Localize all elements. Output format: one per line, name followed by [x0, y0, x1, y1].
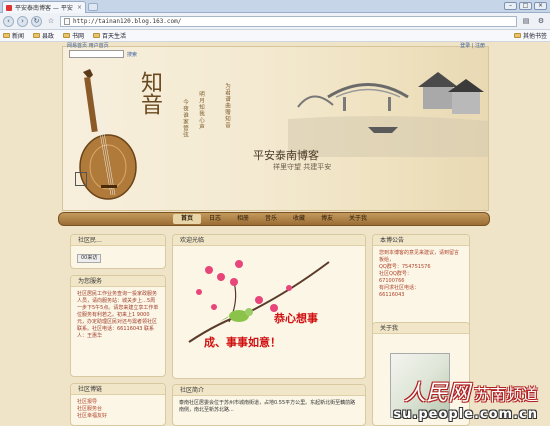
browser-toolbar: ‹ › ↻ ☆ http://tainan120.blog.163.com/ ▤…	[0, 13, 550, 30]
panel-title: 社区博链	[71, 384, 165, 395]
address-bar[interactable]: http://tainan120.blog.163.com/	[60, 15, 517, 27]
folder-icon	[33, 33, 41, 38]
artist-seal-icon	[75, 172, 87, 186]
nav-blog[interactable]: 日志	[201, 214, 229, 224]
login-links[interactable]: 登录 | 注册	[460, 42, 485, 49]
notice-line: 67100766	[379, 278, 405, 284]
watermark-channel: 苏南频道	[473, 385, 538, 404]
reload-button[interactable]: ↻	[31, 15, 42, 27]
panel-title: 欢迎光临	[173, 235, 365, 246]
welcome-panel: 欢迎光临 恭心想事 成、事事如意！	[172, 234, 366, 379]
sidebar-link[interactable]: 社区服务台	[77, 406, 159, 413]
intro-text: 泰南社区居委会位于苏州市城南街道，占地0.55平方公里。东起新北街至藕前路南侧，…	[179, 400, 356, 413]
nav-home[interactable]: 首页	[172, 214, 201, 224]
nav-music[interactable]: 音乐	[257, 214, 285, 224]
site-topbar: 网易首页 用户首页 登录 | 注册	[67, 42, 485, 49]
folder-icon	[513, 33, 521, 38]
links-panel: 社区博链 社区报导 社区服务台 社区幸福友好	[70, 383, 166, 426]
back-button[interactable]: ‹	[3, 15, 14, 27]
people-daily-watermark: 人民网 苏南频道 su.people.com.cn	[393, 375, 538, 422]
bookmark-label: 其他书签	[522, 33, 547, 40]
bookmark-folder[interactable]: 新闻	[3, 31, 24, 40]
folder-icon	[93, 33, 101, 38]
notice-line: 66116043	[379, 292, 405, 298]
greeting-card: 恭心想事 成、事事如意！	[179, 252, 359, 364]
poem-column: 为君谱曲赠知音	[224, 83, 230, 129]
profile-panel: 社区民… 00来访	[70, 234, 166, 269]
browser-tab[interactable]: 平安泰南博客 — 平安 ×	[2, 1, 86, 13]
tab-title: 平安泰南博客 — 平安	[15, 5, 73, 12]
star-icon[interactable]: ☆	[45, 16, 57, 26]
intro-panel: 社区简介 泰南社区居委会位于苏州市城南街道，占地0.55平方公里。东起新北街至藕…	[172, 384, 366, 426]
favicon-icon	[6, 4, 12, 11]
meet-button[interactable]: 00来访	[77, 254, 102, 263]
service-text: 社区居民工作业务查询一投家政服务人员，请向服务站：城关步上…5周一步下5午5点。…	[77, 291, 159, 339]
service-panel: 为您服务 社区居民工作业务查询一投家政服务人员，请向服务站：城关步上…5周一步下…	[70, 275, 166, 377]
panel-title: 社区简介	[173, 385, 365, 396]
blog-nav: 首页 日志 相册 音乐 收藏 博友 关于我	[58, 212, 490, 226]
greeting-line: 成、事事如意！	[204, 336, 281, 349]
bookmark-label: 新闻	[12, 33, 25, 40]
nav-favorites[interactable]: 收藏	[285, 214, 313, 224]
panel-title: 本博公告	[373, 235, 469, 246]
greeting-line: 恭心想事	[274, 312, 318, 325]
poem-column: 今夜谁家管弦	[182, 99, 188, 138]
banner-calligraphy: 知音	[137, 71, 162, 115]
panel-title: 为您服务	[71, 276, 165, 287]
url-text: http://tainan120.blog.163.com/	[73, 17, 182, 25]
bookmark-folder[interactable]: 县政	[33, 31, 54, 40]
bookmark-label: 书网	[72, 33, 85, 40]
new-tab-button[interactable]	[88, 3, 98, 11]
blog-page: 搜索 知音 今夜谁家管弦 明月知我心声 为君谱曲赠知音 平安泰南博客 祥里守望 …	[0, 42, 550, 426]
folder-icon	[63, 33, 71, 38]
nav-album[interactable]: 相册	[229, 214, 257, 224]
wrench-icon[interactable]: ⚙	[535, 16, 547, 26]
bookmark-label: 县政	[42, 33, 55, 40]
browser-tabbar: 平安泰南博客 — 平安 × – □ ×	[0, 0, 550, 13]
forward-button[interactable]: ›	[17, 15, 28, 27]
maximize-button[interactable]: □	[519, 2, 532, 10]
search-area: 搜索	[69, 50, 137, 58]
site-top-links[interactable]: 网易首页 用户首页	[67, 42, 109, 49]
notice-line: 社区QQ群号：	[379, 271, 412, 277]
blog-title: 平安泰南博客	[253, 149, 319, 162]
nav-friends[interactable]: 博友	[313, 214, 341, 224]
notice-line: 您到本博客的意见来建议，请到留言板给，	[379, 250, 460, 263]
page-menu-icon[interactable]: ▤	[520, 16, 532, 26]
landscape-painting	[288, 72, 488, 157]
bookmarks-bar: 新闻 县政 书网 百天生活 其他书签	[0, 30, 550, 42]
bookmark-folder[interactable]: 书网	[63, 31, 84, 40]
nav-about[interactable]: 关于我	[341, 214, 375, 224]
search-input[interactable]	[69, 50, 124, 58]
folder-icon	[3, 33, 10, 38]
notice-line: 有问求社区电话：	[379, 285, 420, 291]
sidebar-link[interactable]: 社区报导	[77, 399, 159, 406]
page-icon	[64, 17, 70, 25]
notice-line: QQ群号：754751576	[379, 264, 431, 270]
watermark-logo: 人民网 苏南频道	[393, 375, 538, 407]
blog-banner: 搜索 知音 今夜谁家管弦 明月知我心声 为君谱曲赠知音 平安泰南博客 祥里守望 …	[62, 46, 489, 211]
panel-title: 社区民…	[71, 235, 165, 246]
close-window-button[interactable]: ×	[534, 2, 547, 10]
poem-column: 明月知我心声	[198, 91, 204, 130]
blog-subtitle: 祥里守望 共建平安	[273, 163, 332, 171]
window-controls: – □ ×	[504, 2, 547, 10]
search-button[interactable]: 搜索	[127, 51, 137, 58]
close-tab-icon[interactable]: ×	[77, 4, 82, 11]
other-bookmarks[interactable]: 其他书签	[513, 31, 547, 40]
sidebar-link[interactable]: 社区幸福友好	[77, 413, 159, 420]
pipa-icon	[79, 69, 137, 200]
panel-title: 关于我	[373, 323, 469, 334]
bookmark-label: 百天生活	[102, 33, 127, 40]
watermark-text: 人民网	[403, 381, 470, 406]
bookmark-folder[interactable]: 百天生活	[93, 31, 126, 40]
minimize-button[interactable]: –	[504, 2, 517, 10]
watermark-domain: su.people.com.cn	[393, 407, 538, 422]
